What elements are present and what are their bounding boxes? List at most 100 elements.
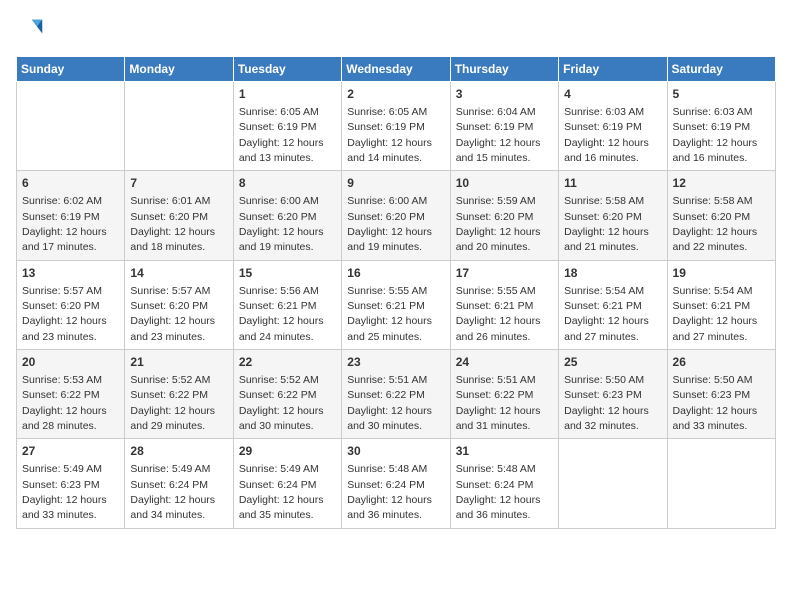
page-header	[16, 16, 776, 44]
day-info: Sunrise: 5:48 AM Sunset: 6:24 PM Dayligh…	[347, 463, 432, 521]
day-info: Sunrise: 5:55 AM Sunset: 6:21 PM Dayligh…	[347, 285, 432, 343]
day-info: Sunrise: 5:57 AM Sunset: 6:20 PM Dayligh…	[22, 285, 107, 343]
calendar-cell: 4 Sunrise: 6:03 AM Sunset: 6:19 PM Daylig…	[559, 82, 667, 171]
weekday-header-row: SundayMondayTuesdayWednesdayThursdayFrid…	[17, 57, 776, 82]
day-info: Sunrise: 5:51 AM Sunset: 6:22 PM Dayligh…	[347, 374, 432, 432]
calendar-cell: 8Sunrise: 6:00 AM Sunset: 6:20 PM Daylig…	[233, 171, 341, 260]
calendar-cell: 25 Sunrise: 5:50 AM Sunset: 6:23 PM Dayli…	[559, 350, 667, 439]
calendar-cell: 30Sunrise: 5:48 AM Sunset: 6:24 PM Dayli…	[342, 439, 450, 528]
calendar-cell: 7 Sunrise: 6:01 AM Sunset: 6:20 PM Daylig…	[125, 171, 233, 260]
day-info: Sunrise: 6:03 AM Sunset: 6:19 PM Dayligh…	[673, 106, 758, 164]
day-info: Sunrise: 6:05 AM Sunset: 6:19 PM Dayligh…	[347, 106, 432, 164]
day-number: 5	[673, 86, 770, 103]
calendar-cell: 16 Sunrise: 5:55 AM Sunset: 6:21 PM Dayli…	[342, 260, 450, 349]
calendar-cell: 9 Sunrise: 6:00 AM Sunset: 6:20 PM Daylig…	[342, 171, 450, 260]
calendar-cell: 26 Sunrise: 5:50 AM Sunset: 6:23 PM Dayli…	[667, 350, 775, 439]
day-number: 17	[456, 265, 553, 282]
calendar-cell: 24 Sunrise: 5:51 AM Sunset: 6:22 PM Dayli…	[450, 350, 558, 439]
day-number: 2	[347, 86, 444, 103]
day-number: 20	[22, 354, 119, 371]
day-number: 23	[347, 354, 444, 371]
day-info: Sunrise: 5:58 AM Sunset: 6:20 PM Dayligh…	[673, 195, 758, 253]
day-number: 24	[456, 354, 553, 371]
day-number: 26	[673, 354, 770, 371]
day-number: 27	[22, 443, 119, 460]
day-number: 22	[239, 354, 336, 371]
day-info: Sunrise: 6:01 AM Sunset: 6:20 PM Dayligh…	[130, 195, 215, 253]
calendar-cell: 20 Sunrise: 5:53 AM Sunset: 6:22 PM Dayli…	[17, 350, 125, 439]
day-number: 29	[239, 443, 336, 460]
calendar-cell	[667, 439, 775, 528]
weekday-header: Saturday	[667, 57, 775, 82]
day-number: 3	[456, 86, 553, 103]
day-info: Sunrise: 5:49 AM Sunset: 6:23 PM Dayligh…	[22, 463, 107, 521]
day-info: Sunrise: 5:49 AM Sunset: 6:24 PM Dayligh…	[239, 463, 324, 521]
weekday-header: Sunday	[17, 57, 125, 82]
calendar-cell: 29 Sunrise: 5:49 AM Sunset: 6:24 PM Dayli…	[233, 439, 341, 528]
day-info: Sunrise: 5:51 AM Sunset: 6:22 PM Dayligh…	[456, 374, 541, 432]
calendar-cell: 18 Sunrise: 5:54 AM Sunset: 6:21 PM Dayli…	[559, 260, 667, 349]
calendar-cell: 27 Sunrise: 5:49 AM Sunset: 6:23 PM Dayli…	[17, 439, 125, 528]
day-number: 12	[673, 175, 770, 192]
day-info: Sunrise: 5:54 AM Sunset: 6:21 PM Dayligh…	[564, 285, 649, 343]
day-info: Sunrise: 5:58 AM Sunset: 6:20 PM Dayligh…	[564, 195, 649, 253]
calendar-cell: 21Sunrise: 5:52 AM Sunset: 6:22 PM Dayli…	[125, 350, 233, 439]
day-number: 10	[456, 175, 553, 192]
day-info: Sunrise: 6:05 AM Sunset: 6:19 PM Dayligh…	[239, 106, 324, 164]
calendar-cell: 14 Sunrise: 5:57 AM Sunset: 6:20 PM Dayli…	[125, 260, 233, 349]
day-number: 7	[130, 175, 227, 192]
day-number: 6	[22, 175, 119, 192]
calendar-week-row: 1 Sunrise: 6:05 AM Sunset: 6:19 PM Daylig…	[17, 82, 776, 171]
weekday-header: Thursday	[450, 57, 558, 82]
calendar-cell: 2 Sunrise: 6:05 AM Sunset: 6:19 PM Daylig…	[342, 82, 450, 171]
calendar-cell: 19Sunrise: 5:54 AM Sunset: 6:21 PM Dayli…	[667, 260, 775, 349]
day-info: Sunrise: 5:49 AM Sunset: 6:24 PM Dayligh…	[130, 463, 215, 521]
calendar-week-row: 27 Sunrise: 5:49 AM Sunset: 6:23 PM Dayli…	[17, 439, 776, 528]
logo	[16, 16, 48, 44]
day-number: 4	[564, 86, 661, 103]
day-info: Sunrise: 5:55 AM Sunset: 6:21 PM Dayligh…	[456, 285, 541, 343]
calendar-week-row: 20 Sunrise: 5:53 AM Sunset: 6:22 PM Dayli…	[17, 350, 776, 439]
day-info: Sunrise: 5:56 AM Sunset: 6:21 PM Dayligh…	[239, 285, 324, 343]
weekday-header: Monday	[125, 57, 233, 82]
weekday-header: Wednesday	[342, 57, 450, 82]
calendar-cell	[17, 82, 125, 171]
calendar-cell: 12 Sunrise: 5:58 AM Sunset: 6:20 PM Dayli…	[667, 171, 775, 260]
calendar-week-row: 6 Sunrise: 6:02 AM Sunset: 6:19 PM Daylig…	[17, 171, 776, 260]
calendar-cell: 23 Sunrise: 5:51 AM Sunset: 6:22 PM Dayli…	[342, 350, 450, 439]
day-info: Sunrise: 5:57 AM Sunset: 6:20 PM Dayligh…	[130, 285, 215, 343]
day-info: Sunrise: 5:48 AM Sunset: 6:24 PM Dayligh…	[456, 463, 541, 521]
day-info: Sunrise: 5:59 AM Sunset: 6:20 PM Dayligh…	[456, 195, 541, 253]
calendar-table: SundayMondayTuesdayWednesdayThursdayFrid…	[16, 56, 776, 529]
day-number: 16	[347, 265, 444, 282]
calendar-week-row: 13 Sunrise: 5:57 AM Sunset: 6:20 PM Dayli…	[17, 260, 776, 349]
day-info: Sunrise: 6:02 AM Sunset: 6:19 PM Dayligh…	[22, 195, 107, 253]
logo-icon	[16, 16, 44, 44]
calendar-cell: 3 Sunrise: 6:04 AM Sunset: 6:19 PM Daylig…	[450, 82, 558, 171]
day-number: 15	[239, 265, 336, 282]
weekday-header: Tuesday	[233, 57, 341, 82]
day-number: 13	[22, 265, 119, 282]
day-info: Sunrise: 5:50 AM Sunset: 6:23 PM Dayligh…	[673, 374, 758, 432]
calendar-cell: 5 Sunrise: 6:03 AM Sunset: 6:19 PM Daylig…	[667, 82, 775, 171]
day-number: 14	[130, 265, 227, 282]
day-info: Sunrise: 5:50 AM Sunset: 6:23 PM Dayligh…	[564, 374, 649, 432]
day-number: 9	[347, 175, 444, 192]
day-info: Sunrise: 6:00 AM Sunset: 6:20 PM Dayligh…	[347, 195, 432, 253]
day-number: 25	[564, 354, 661, 371]
day-number: 18	[564, 265, 661, 282]
calendar-cell	[125, 82, 233, 171]
day-info: Sunrise: 6:00 AM Sunset: 6:20 PM Dayligh…	[239, 195, 324, 253]
day-info: Sunrise: 6:04 AM Sunset: 6:19 PM Dayligh…	[456, 106, 541, 164]
calendar-cell: 1 Sunrise: 6:05 AM Sunset: 6:19 PM Daylig…	[233, 82, 341, 171]
day-info: Sunrise: 5:53 AM Sunset: 6:22 PM Dayligh…	[22, 374, 107, 432]
day-number: 19	[673, 265, 770, 282]
day-number: 1	[239, 86, 336, 103]
calendar-cell: 28Sunrise: 5:49 AM Sunset: 6:24 PM Dayli…	[125, 439, 233, 528]
day-info: Sunrise: 5:52 AM Sunset: 6:22 PM Dayligh…	[239, 374, 324, 432]
calendar-cell: 15 Sunrise: 5:56 AM Sunset: 6:21 PM Dayli…	[233, 260, 341, 349]
calendar-cell: 31Sunrise: 5:48 AM Sunset: 6:24 PM Dayli…	[450, 439, 558, 528]
calendar-cell	[559, 439, 667, 528]
calendar-cell: 11Sunrise: 5:58 AM Sunset: 6:20 PM Dayli…	[559, 171, 667, 260]
day-info: Sunrise: 6:03 AM Sunset: 6:19 PM Dayligh…	[564, 106, 649, 164]
